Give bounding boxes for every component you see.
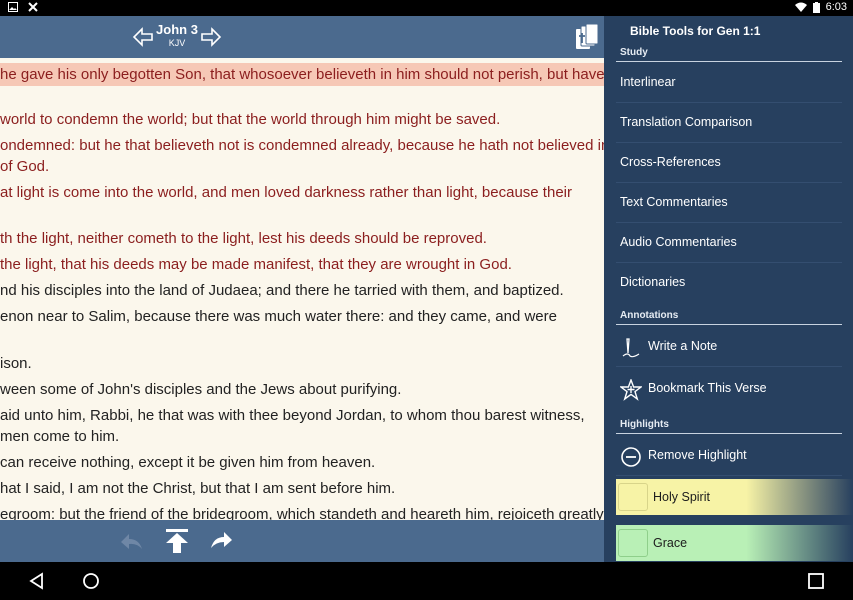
verse-29-line[interactable]: egroom: but the friend of the bridegroom…	[0, 503, 604, 520]
back-nav-icon[interactable]	[28, 572, 46, 590]
remove-highlight-item[interactable]: Remove Highlight	[616, 436, 842, 476]
write-note-item[interactable]: Write a Note	[616, 327, 842, 367]
home-nav-icon[interactable]	[82, 572, 100, 590]
verse-28-line[interactable]: hat I said, I am not the Christ, but tha…	[0, 477, 604, 500]
reader-toolbar: John 3 KJV	[0, 16, 604, 58]
write-note-label: Write a Note	[648, 339, 718, 353]
wifi-icon	[794, 2, 807, 12]
version-label: KJV	[168, 38, 186, 48]
verse-list: he gave his only begotten Son, that whos…	[0, 58, 604, 520]
verse-25-line[interactable]: ween some of John's disciples and the Je…	[0, 378, 604, 401]
interlinear-item[interactable]: Interlinear	[616, 63, 842, 103]
bible-tools-panel: Bible Tools for Gen 1:1 Study Interlinea…	[604, 16, 853, 562]
highlight-grace[interactable]: Grace	[616, 525, 853, 561]
annotations-section-label: Annotations	[620, 310, 679, 321]
translation-comparison-item[interactable]: Translation Comparison	[616, 103, 842, 143]
highlight-grace-label: Grace	[653, 536, 688, 550]
image-notification-icon	[8, 2, 18, 12]
verse-19-line[interactable]: at light is come into the world, and men…	[0, 181, 604, 204]
verse-26-line-2[interactable]: men come to him.	[0, 425, 604, 448]
highlight-holy-spirit[interactable]: Holy Spirit	[616, 479, 853, 515]
cross-references-label: Cross-References	[620, 155, 721, 169]
section-divider	[616, 61, 842, 62]
status-bar: 6:03	[0, 0, 853, 16]
dictionaries-item[interactable]: Dictionaries	[616, 263, 842, 303]
verse-27-line[interactable]: can receive nothing, except it be given …	[0, 451, 604, 474]
verse-20-line[interactable]: th the light, neither cometh to the ligh…	[0, 227, 604, 250]
verse-26-line[interactable]: aid unto him, Rabbi, he that was with th…	[0, 404, 604, 427]
translation-comparison-label: Translation Comparison	[620, 115, 753, 129]
back-arrow-icon[interactable]	[117, 528, 145, 554]
cross-references-item[interactable]: Cross-References	[616, 143, 842, 183]
previous-chapter-button[interactable]	[132, 26, 154, 48]
verse-18-line-2[interactable]: of God.	[0, 155, 604, 178]
panel-title: Bible Tools for Gen 1:1	[630, 24, 761, 38]
section-divider	[616, 324, 842, 325]
chapter-title[interactable]: John 3 KJV	[155, 22, 199, 49]
no-sim-notification-icon	[28, 2, 38, 12]
verse-17-line[interactable]: world to condemn the world; but that the…	[0, 108, 604, 131]
clock: 6:03	[825, 1, 847, 13]
battery-icon	[812, 1, 820, 13]
verse-24-line[interactable]: ison.	[0, 352, 604, 375]
reader-bottom-bar	[0, 520, 604, 562]
text-commentaries-label: Text Commentaries	[620, 195, 728, 209]
audio-commentaries-label: Audio Commentaries	[620, 235, 737, 249]
scroll-to-top-icon[interactable]	[163, 528, 191, 554]
verse-18-line[interactable]: ondemned: but he that believeth not is c…	[0, 134, 604, 157]
recents-nav-icon[interactable]	[807, 572, 825, 590]
section-divider	[616, 433, 842, 434]
text-commentaries-item[interactable]: Text Commentaries	[616, 183, 842, 223]
book-chapter-label: John 3	[156, 22, 198, 37]
audio-commentaries-item[interactable]: Audio Commentaries	[616, 223, 842, 263]
verse-21-line[interactable]: the light, that his deeds may be made ma…	[0, 253, 604, 276]
minus-circle-icon	[621, 447, 641, 467]
next-chapter-button[interactable]	[200, 26, 222, 48]
verse-22-line[interactable]: nd his disciples into the land of Judaea…	[0, 279, 604, 302]
bookmark-verse-label: Bookmark This Verse	[648, 381, 767, 395]
share-forward-icon[interactable]	[208, 528, 236, 554]
highlight-holy-spirit-label: Holy Spirit	[653, 490, 710, 504]
color-chip	[618, 483, 648, 511]
highlights-section-label: Highlights	[620, 419, 669, 430]
verse-16-line[interactable]: he gave his only begotten Son, that whos…	[0, 63, 604, 86]
reader-pane: John 3 KJV he gave his only begotten Son…	[0, 16, 604, 562]
study-section-label: Study	[620, 47, 648, 58]
dictionaries-label: Dictionaries	[620, 275, 686, 289]
star-bookmark-icon	[620, 379, 642, 401]
color-chip	[618, 529, 648, 557]
bible-books-button[interactable]	[572, 23, 600, 51]
verse-23-line[interactable]: enon near to Salim, because there was mu…	[0, 305, 604, 328]
pen-icon	[622, 338, 640, 358]
remove-highlight-label: Remove Highlight	[648, 448, 747, 462]
bookmark-verse-item[interactable]: Bookmark This Verse	[616, 369, 842, 409]
interlinear-label: Interlinear	[620, 75, 676, 89]
system-navigation-bar	[0, 562, 853, 600]
